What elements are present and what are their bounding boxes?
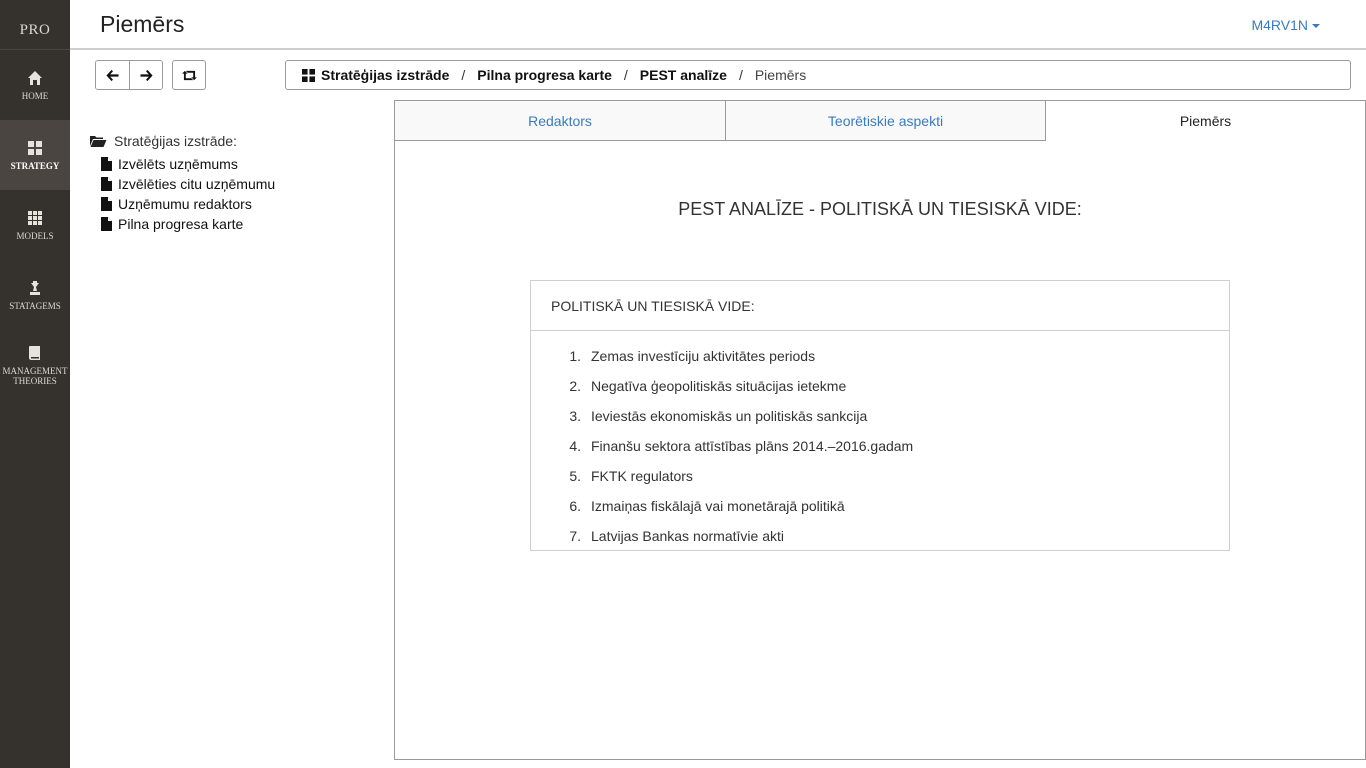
- tree-item-label: Pilna progresa karte: [118, 216, 244, 232]
- list-number: 5.: [569, 468, 581, 484]
- breadcrumb-separator: /: [623, 67, 628, 83]
- rail-item-label: STATAGEMS: [9, 300, 61, 311]
- user-menu[interactable]: M4RV1N: [1251, 17, 1320, 33]
- list-text: Negatīva ģeopolitiskās situācijas ietekm…: [591, 378, 847, 394]
- breadcrumb-separator: /: [738, 67, 743, 83]
- tree-root[interactable]: Stratēģijas izstrāde:: [89, 132, 275, 150]
- rail-item-label: MANAGEMENT THEORIES: [2, 365, 68, 386]
- content-heading: PEST ANALĪZE - POLITISKĀ UN TIESISKĀ VID…: [678, 199, 1082, 219]
- list-item: 2. Negatīva ģeopolitiskās situācijas iete…: [531, 371, 1229, 401]
- list-item: 3. Ieviestās ekonomiskās un politiskās sa…: [531, 401, 1229, 431]
- breadcrumb-item-strategy[interactable]: Stratēģijas izstrāde: [321, 67, 449, 83]
- book-icon: [29, 345, 40, 360]
- list-number: 6.: [569, 498, 581, 514]
- breadcrumb-current: Piemērs: [754, 67, 807, 83]
- list-number: 7.: [569, 528, 581, 544]
- rail-item-label: HOME: [21, 90, 49, 101]
- tab-bar: Redaktors Teorētiskie aspekti Piemērs: [394, 100, 1366, 141]
- apps-icon: [28, 210, 42, 225]
- list-text: Latvijas Bankas normatīvie akti: [591, 528, 784, 544]
- chess-icon: [30, 280, 40, 295]
- tab-example[interactable]: Piemērs: [1046, 100, 1366, 141]
- grid-icon: [28, 140, 42, 155]
- rail-item-home[interactable]: HOME: [0, 50, 70, 120]
- arrow-left-icon: [106, 69, 119, 81]
- tree-item-label: Uzņēmumu redaktors: [118, 196, 252, 212]
- rail-item-statagems[interactable]: STATAGEMS: [0, 260, 70, 330]
- list-number: 4.: [569, 438, 581, 454]
- list-number: 2.: [569, 378, 581, 394]
- tree-root-label: Stratēģijas izstrāde:: [114, 133, 237, 149]
- rail-item-models[interactable]: MODELS: [0, 190, 70, 260]
- back-button[interactable]: [96, 61, 129, 89]
- grid-icon: [302, 68, 315, 82]
- factor-box-title: POLITISKĀ UN TIESISKĀ VIDE:: [531, 281, 1229, 331]
- rail-item-management-theories[interactable]: MANAGEMENT THEORIES: [0, 330, 70, 400]
- rail-item-strategy[interactable]: STRATEGY: [0, 120, 70, 190]
- list-item: 6. Izmaiņas fiskālajā vai monetārajā poli…: [531, 491, 1229, 521]
- rail-item-label: STRATEGY: [10, 160, 60, 171]
- list-number: 3.: [569, 408, 581, 424]
- list-item: 7. Latvijas Bankas normatīvie akti: [531, 521, 1229, 551]
- tab-editor[interactable]: Redaktors: [394, 100, 726, 141]
- forward-button[interactable]: [129, 61, 162, 89]
- tree-item-company-editor[interactable]: Uzņēmumu redaktors: [101, 194, 275, 214]
- tab-theory[interactable]: Teorētiskie aspekti: [726, 100, 1046, 141]
- list-text: Finanšu sektora attīstības plāns 2014.–2…: [591, 438, 914, 454]
- list-text: Izmaiņas fiskālajā vai monetārajā politi…: [591, 498, 845, 514]
- page-title: Piemērs: [100, 11, 185, 37]
- side-rail: PRO HOME STRATEGY MODELS STATAGEMS MANAG…: [0, 0, 70, 768]
- caret-down-icon: [1312, 24, 1320, 29]
- breadcrumb-item-pest[interactable]: PEST analīze: [640, 67, 727, 83]
- factor-box: POLITISKĀ UN TIESISKĀ VIDE: 1. Zemas inve…: [530, 280, 1230, 551]
- breadcrumb-separator: /: [461, 67, 466, 83]
- tree-item-label: Izvēlēts uzņēmums: [118, 156, 238, 172]
- breadcrumb-item-progress-map[interactable]: Pilna progresa karte: [477, 67, 612, 83]
- breadcrumb: Stratēģijas izstrāde / Pilna progresa ka…: [285, 60, 1351, 90]
- folder-open-icon: [90, 136, 107, 147]
- home-icon: [28, 70, 42, 85]
- retweet-icon: [181, 70, 197, 80]
- file-icon: [101, 197, 112, 211]
- tree-item-progress-map[interactable]: Pilna progresa karte: [101, 214, 275, 234]
- list-item: 5. FKTK regulators: [531, 461, 1229, 491]
- top-header: Piemērs M4RV1N: [70, 0, 1366, 50]
- history-nav: [95, 60, 163, 90]
- list-number: 1.: [569, 348, 581, 364]
- file-icon: [101, 157, 112, 171]
- tree-item-selected-company[interactable]: Izvēlēts uzņēmums: [101, 154, 275, 174]
- retweet-button[interactable]: [172, 60, 206, 90]
- list-item: 4. Finanšu sektora attīstības plāns 2014.…: [531, 431, 1229, 461]
- strategy-tree: Stratēģijas izstrāde: Izvēlēts uzņēmums …: [89, 132, 275, 234]
- factor-list: 1. Zemas investīciju aktivitātes periods …: [531, 331, 1229, 551]
- tree-item-label: Izvēlēties citu uzņēmumu: [118, 176, 276, 192]
- file-icon: [101, 217, 112, 231]
- list-text: Zemas investīciju aktivitātes periods: [591, 348, 816, 364]
- user-name: M4RV1N: [1251, 17, 1308, 33]
- list-text: FKTK regulators: [591, 468, 693, 484]
- tree-item-choose-company[interactable]: Izvēlēties citu uzņēmumu: [101, 174, 275, 194]
- list-item: 1. Zemas investīciju aktivitātes periods: [531, 341, 1229, 371]
- brand-logo[interactable]: PRO: [0, 0, 70, 50]
- rail-item-label: MODELS: [16, 230, 54, 241]
- list-text: Ieviestās ekonomiskās un politiskās sank…: [591, 408, 868, 424]
- arrow-right-icon: [139, 69, 153, 81]
- file-icon: [101, 177, 112, 191]
